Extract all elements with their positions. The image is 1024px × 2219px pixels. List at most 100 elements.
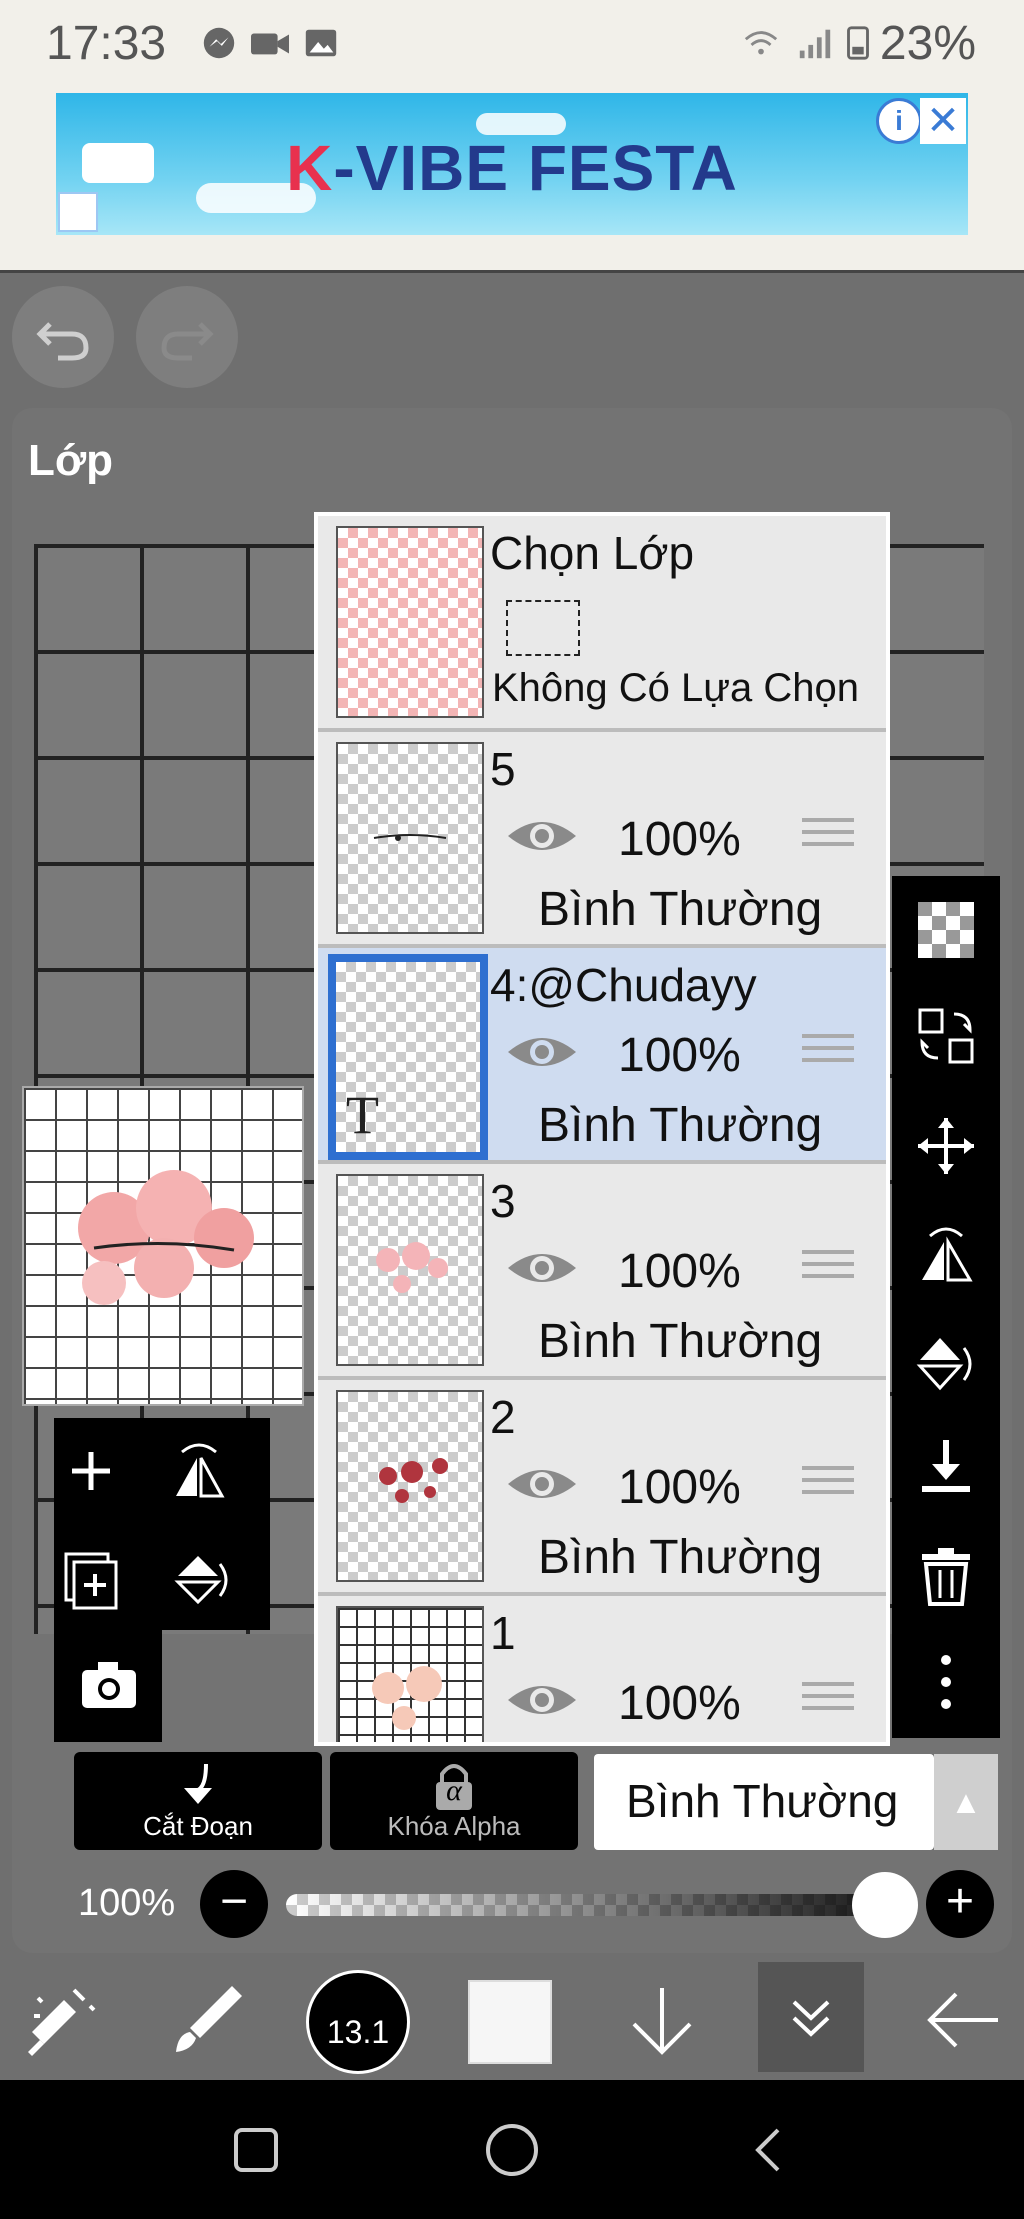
camera-icon[interactable] (74, 1650, 144, 1720)
layer-opacity: 100% (618, 813, 741, 866)
ad-banner[interactable]: K-VIBE FESTA (56, 93, 968, 235)
layer-row[interactable]: 2 100% Bình Thường (318, 1380, 886, 1596)
layer-name: 1 (490, 1607, 516, 1659)
layer-opacity: 100% (618, 1245, 741, 1298)
layer-tools-left (54, 1418, 270, 1630)
redo-button[interactable] (136, 286, 238, 388)
layer-row[interactable]: 1 100% (318, 1596, 886, 1742)
ad-close-icon[interactable]: ✕ (920, 98, 966, 144)
recent-apps-icon[interactable] (232, 2126, 280, 2174)
trash-icon[interactable] (914, 1544, 978, 1608)
opacity-decrease-button[interactable]: − (200, 1870, 268, 1938)
layer-row[interactable]: 5 100% Bình Thường (318, 732, 886, 948)
layer-list[interactable]: Chọn Lớp Không Có Lựa Chọn 5 100% Bình T… (314, 512, 890, 1746)
layer-name: 4:@Chudayy (490, 959, 757, 1011)
layer-row-selected[interactable]: T 4:@Chudayy 100% Bình Thường (318, 948, 886, 1164)
layer-1-content (372, 1666, 442, 1730)
selection-layer-thumbnail (336, 526, 484, 718)
undo-button[interactable] (12, 286, 114, 388)
blend-mode-dropdown-icon[interactable]: ▲ (934, 1754, 998, 1850)
opacity-slider-knob[interactable] (852, 1872, 918, 1938)
opacity-slider[interactable] (286, 1894, 886, 1916)
visibility-eye-icon[interactable] (504, 1676, 580, 1724)
drag-handle-icon[interactable] (802, 1250, 854, 1294)
layer-blend-mode: Bình Thường (538, 1531, 823, 1584)
layer-3-content (376, 1242, 448, 1293)
alpha-glyph: α (446, 1774, 462, 1807)
move-icon[interactable] (914, 1114, 978, 1178)
flip-layer-vertical-icon[interactable] (914, 1330, 978, 1394)
select-tool-icon[interactable] (14, 1972, 110, 2068)
canvas-thumbnail[interactable] (22, 1086, 304, 1406)
drag-handle-icon[interactable] (802, 818, 854, 862)
layers-toggle-button[interactable] (758, 1962, 864, 2072)
visibility-eye-icon[interactable] (504, 1028, 580, 1076)
alpha-lock-label: Khóa Alpha (387, 1811, 521, 1841)
redo-icon (161, 322, 214, 361)
video-icon (251, 33, 289, 55)
layer-row[interactable]: 3 100% Bình Thường (318, 1164, 886, 1380)
flip-horizontal-icon[interactable] (164, 1436, 234, 1506)
layer-tools-left-bottom (54, 1630, 162, 1742)
color-swatch[interactable] (468, 1980, 552, 2064)
selection-layer-row[interactable]: Chọn Lớp Không Có Lựa Chọn (318, 516, 886, 732)
layer-5-content (373, 834, 447, 841)
layer-name: 3 (490, 1175, 516, 1227)
clipping-button[interactable]: Cắt Đoạn (74, 1752, 322, 1850)
layer-blend-mode: Bình Thường (538, 1099, 823, 1152)
visibility-eye-icon[interactable] (504, 1460, 580, 1508)
back-nav-icon[interactable] (748, 2124, 788, 2176)
flip-vertical-icon[interactable] (164, 1544, 234, 1614)
blend-mode-select[interactable]: Bình Thường (594, 1754, 934, 1850)
ad-info-icon[interactable]: i (876, 98, 922, 144)
double-chevron-down-icon (792, 2000, 830, 2037)
brush-size-button[interactable]: 13.1 (306, 1970, 410, 2074)
ad-choices-icon[interactable] (58, 192, 98, 232)
transparency-checker-icon[interactable] (914, 898, 978, 962)
signal-icon (799, 29, 831, 59)
wifi-icon (744, 31, 778, 55)
status-bar: 17:33 23% (0, 0, 1024, 88)
drag-handle-icon[interactable] (802, 1034, 854, 1078)
panel-title: Lớp (28, 436, 114, 485)
merge-down-icon[interactable] (914, 1436, 978, 1500)
home-icon[interactable] (482, 2120, 542, 2180)
layer-thumbnail (336, 1390, 484, 1582)
visibility-eye-icon[interactable] (504, 812, 580, 860)
selection-layer-title: Chọn Lớp (490, 527, 695, 579)
battery-percent: 23% (879, 17, 976, 70)
undo-icon (36, 322, 89, 361)
add-layer-icon[interactable] (56, 1436, 126, 1506)
alpha-lock-button[interactable]: α Khóa Alpha (330, 1752, 578, 1850)
text-layer-icon: T (346, 1085, 379, 1145)
layer-thumbnail (336, 1174, 484, 1366)
opacity-increase-button[interactable]: + (926, 1870, 994, 1938)
layer-blend-mode: Bình Thường (538, 1315, 823, 1368)
layer-opacity: 100% (618, 1461, 741, 1514)
arrow-down-icon[interactable] (614, 1972, 710, 2068)
transform-layer-icon[interactable] (914, 1004, 978, 1068)
drag-handle-icon[interactable] (802, 1682, 854, 1726)
clipping-label: Cắt Đoạn (143, 1811, 253, 1841)
layer-thumbnail (336, 1606, 484, 1742)
add-copy-layer-icon[interactable] (56, 1544, 126, 1614)
more-options-icon[interactable] (914, 1650, 978, 1714)
visibility-eye-icon[interactable] (504, 1244, 580, 1292)
layer-name: 2 (490, 1391, 516, 1443)
artwork-preview (78, 1170, 254, 1305)
back-arrow-icon[interactable] (914, 1972, 1010, 2068)
clipping-arrow-icon (184, 1763, 212, 1804)
selection-marquee-icon (506, 600, 580, 656)
drag-handle-icon[interactable] (802, 1466, 854, 1510)
layer-thumbnail: T (328, 954, 488, 1160)
selection-layer-subtitle: Không Có Lựa Chọn (492, 666, 860, 710)
messenger-icon (203, 27, 235, 59)
flip-layer-horizontal-icon[interactable] (914, 1222, 978, 1286)
battery-icon (847, 26, 869, 60)
layer-2-content (379, 1458, 448, 1503)
layer-thumbnail (336, 742, 484, 934)
ad-title: K-VIBE FESTA (286, 132, 738, 204)
layer-opacity: 100% (618, 1677, 741, 1730)
brush-tool-icon[interactable] (160, 1972, 256, 2068)
navigation-bar (0, 2080, 1024, 2219)
